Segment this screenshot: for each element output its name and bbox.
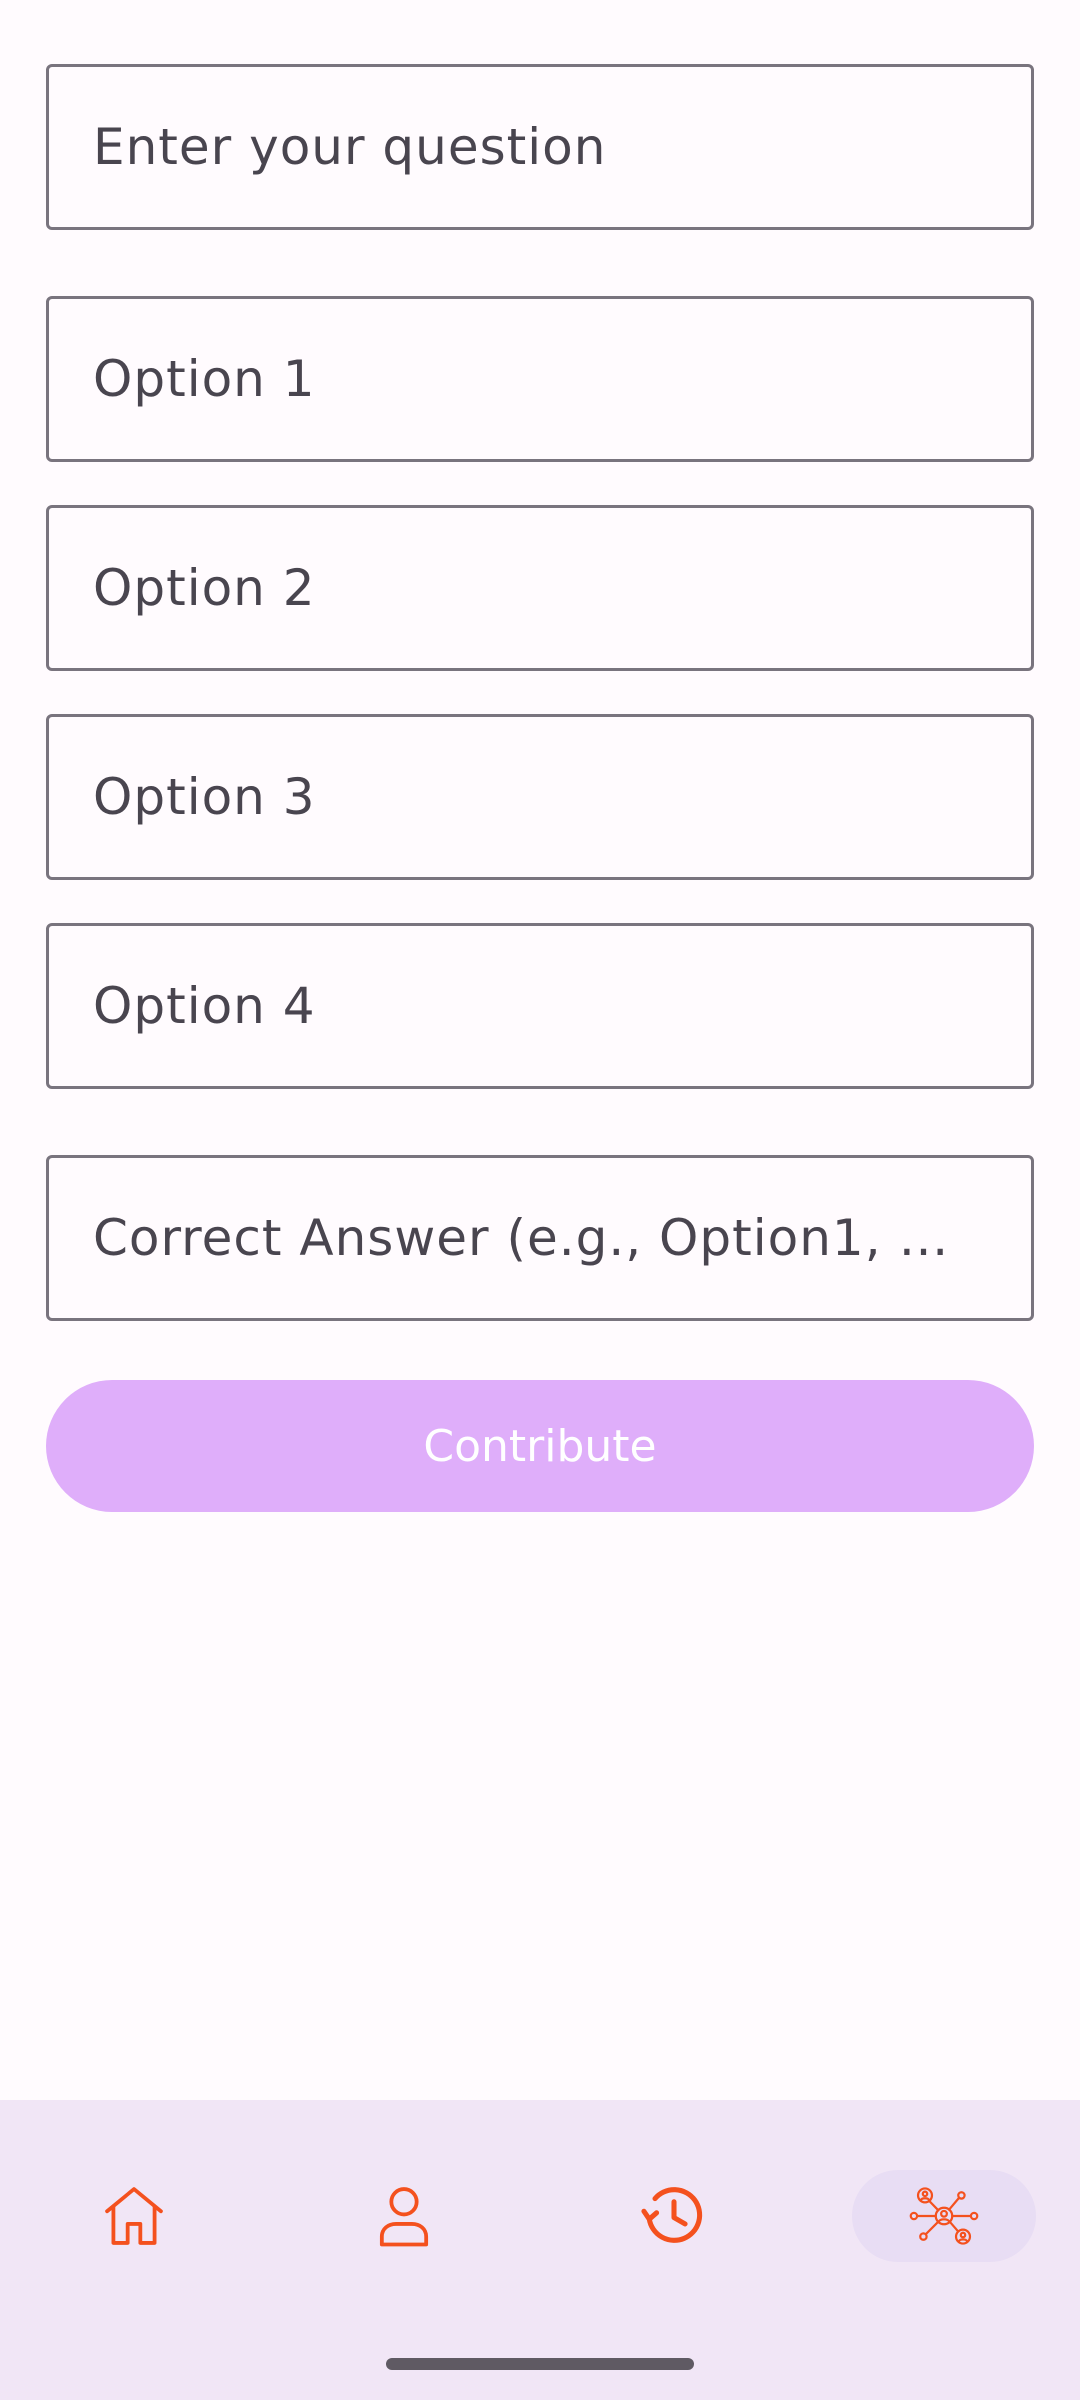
nav-home[interactable] [42,2170,226,2262]
question-placeholder: Enter your question [93,118,607,176]
question-input[interactable]: Enter your question [46,64,1034,230]
bottom-navigation-bar [0,2100,1080,2400]
option1-placeholder: Option 1 [93,350,316,408]
correct-answer-placeholder: Correct Answer (e.g., Option1, Option2) [93,1209,987,1267]
option4-placeholder: Option 4 [93,977,316,1035]
home-gesture-indicator[interactable] [386,2358,694,2370]
option1-input[interactable]: Option 1 [46,296,1034,462]
community-network-icon [909,2187,979,2245]
option2-input[interactable]: Option 2 [46,505,1034,671]
option3-input[interactable]: Option 3 [46,714,1034,880]
option4-input[interactable]: Option 4 [46,923,1034,1089]
option2-placeholder: Option 2 [93,559,316,617]
history-icon [641,2187,703,2243]
profile-icon [379,2187,429,2247]
option3-placeholder: Option 3 [93,768,316,826]
correct-answer-input[interactable]: Correct Answer (e.g., Option1, Option2) [46,1155,1034,1321]
nav-history[interactable] [582,2170,766,2262]
nav-profile[interactable] [312,2170,496,2262]
contribute-button-label: Contribute [423,1420,657,1472]
nav-community[interactable] [852,2170,1036,2262]
contribute-button[interactable]: Contribute [46,1380,1034,1512]
home-icon [105,2187,163,2245]
contribute-question-screen: Enter your question Option 1 Option 2 Op… [0,0,1080,2400]
